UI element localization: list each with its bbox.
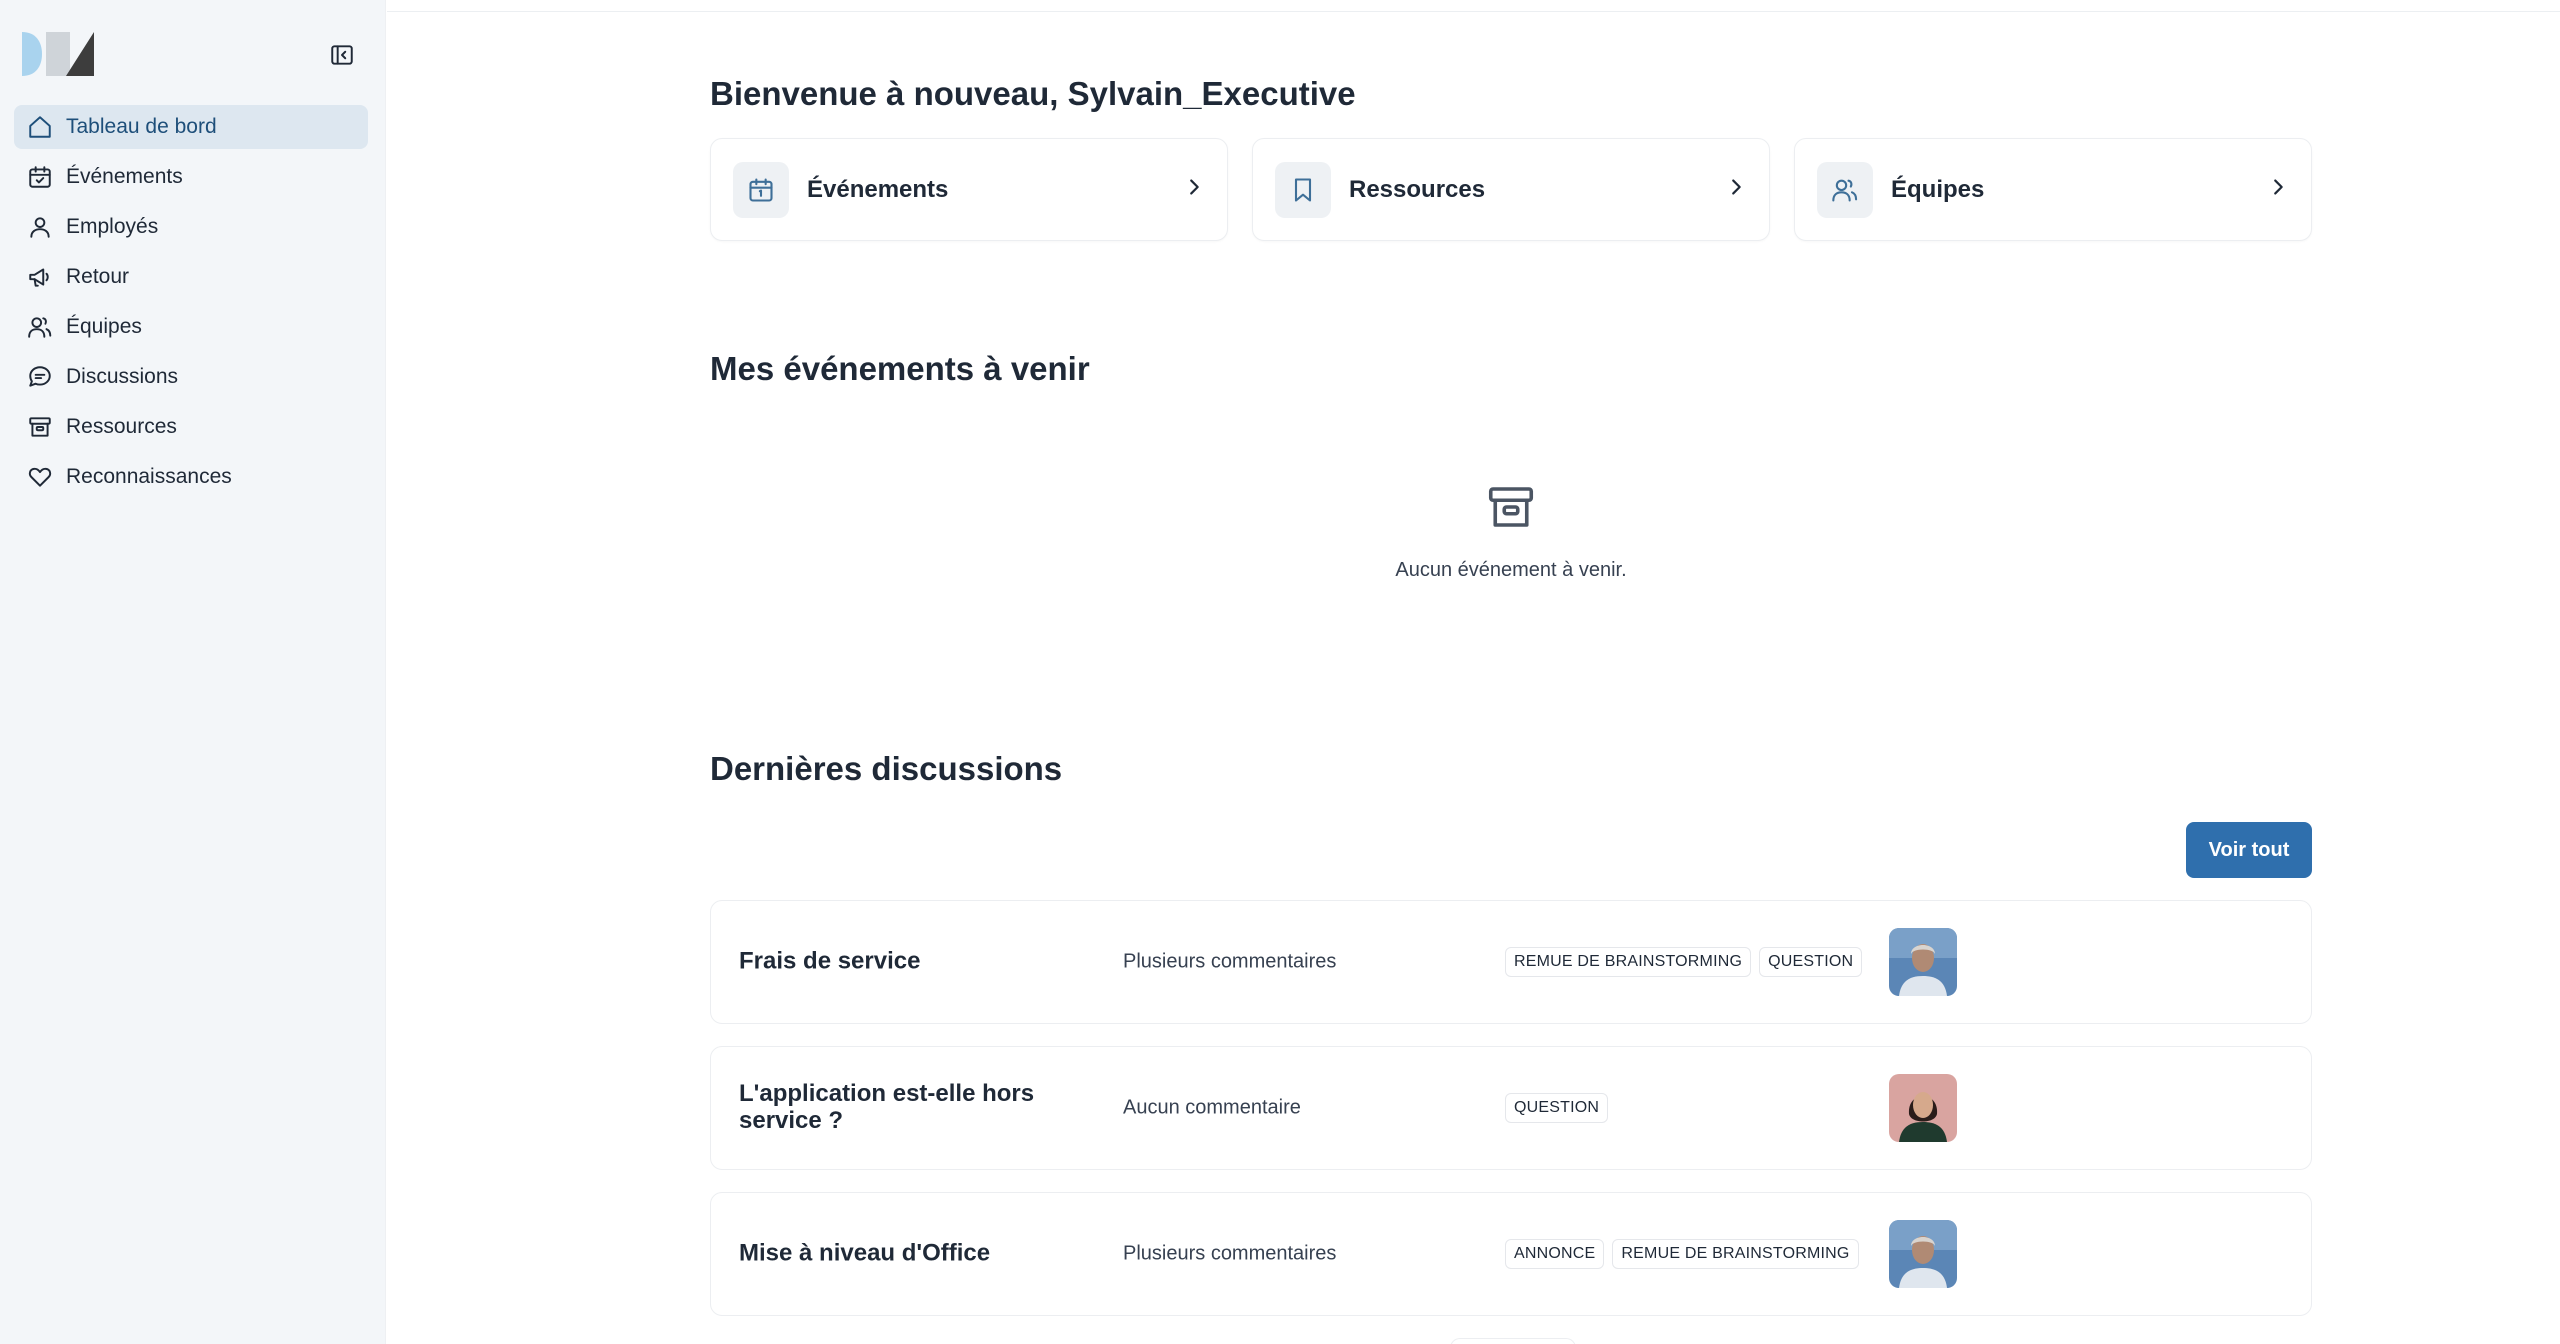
tag-badge: REMUE DE BRAINSTORMING [1612, 1239, 1859, 1269]
sidebar-item-events[interactable]: Événements [14, 155, 368, 199]
sidebar-item-employees[interactable]: Employés [14, 205, 368, 249]
tag-badge: REMUE DE BRAINSTORMING [1505, 947, 1752, 977]
sidebar-item-label: Reconnaissances [66, 465, 232, 488]
sidebar-nav: Tableau de bord Événements Employés Reto… [14, 105, 368, 505]
sidebar-item-label: Équipes [66, 315, 142, 338]
card-label: Événements [807, 175, 949, 203]
card-teams[interactable]: Équipes [1794, 138, 2312, 241]
discussion-tags: ANNONCE REMUE DE BRAINSTORMING [1505, 1239, 1859, 1269]
sidebar-item-label: Ressources [66, 415, 177, 438]
card-label: Équipes [1891, 175, 1985, 203]
discussion-row[interactable]: L'application est-elle hors service ? Au… [710, 1046, 2312, 1170]
sidebar-item-dashboard[interactable]: Tableau de bord [14, 105, 368, 149]
archive-icon [26, 413, 54, 441]
sidebar-item-label: Employés [66, 215, 159, 238]
app-logo[interactable] [20, 30, 96, 78]
card-resources[interactable]: Ressources [1252, 138, 1770, 241]
discussion-tags: REMUE DE BRAINSTORMING QUESTION [1505, 947, 1863, 977]
sidebar-item-feedback[interactable]: Retour [14, 255, 368, 299]
discussion-row[interactable]: Mise à niveau d'Office Plusieurs comment… [710, 1192, 2312, 1316]
calendar-check-icon [26, 163, 54, 191]
tag-badge: QUESTION [1505, 1093, 1609, 1123]
users-icon [26, 313, 54, 341]
tag-badge: ANNONCE [1505, 1239, 1605, 1269]
card-label: Ressources [1349, 175, 1486, 203]
users-icon [1817, 161, 1873, 218]
chat-bubble-icon [26, 363, 54, 391]
archive-box-icon [1484, 480, 1538, 534]
heart-icon [26, 463, 54, 491]
chevron-right-icon [1725, 176, 1747, 203]
discussion-title[interactable]: L'application est-elle hors service ? [739, 1080, 1059, 1135]
author-avatar[interactable] [1889, 1074, 1957, 1142]
discussion-comments: Plusieurs commentaires [1123, 1242, 1337, 1265]
home-icon [26, 113, 54, 141]
sidebar-item-label: Tableau de bord [66, 115, 217, 138]
chevron-right-icon [2267, 176, 2289, 203]
quick-links: Événements Ressources Équipes [710, 138, 2312, 241]
discussion-comments: Aucun commentaire [1123, 1096, 1301, 1119]
author-avatar[interactable] [1889, 928, 1957, 996]
latest-discussions-heading: Dernières discussions [710, 750, 1063, 787]
pagination-peek[interactable] [1450, 1338, 1576, 1344]
app-window: Tableau de bord Événements Employés Reto… [0, 0, 2560, 1344]
sidebar-item-label: Retour [66, 265, 130, 288]
sidebar-item-resources[interactable]: Ressources [14, 405, 368, 449]
chevron-right-icon [1183, 176, 1205, 203]
discussion-row[interactable]: Frais de service Plusieurs commentaires … [710, 900, 2312, 1024]
sidebar-item-discussions[interactable]: Discussions [14, 355, 368, 399]
view-all-button[interactable]: Voir tout [2186, 822, 2312, 878]
sidebar-item-label: Événements [66, 165, 183, 188]
sidebar-item-label: Discussions [66, 365, 179, 388]
empty-state: Aucun événement à venir. [710, 480, 2312, 582]
upcoming-events-heading: Mes événements à venir [710, 350, 1090, 387]
discussion-tags: QUESTION [1505, 1093, 1609, 1123]
author-avatar[interactable] [1889, 1220, 1957, 1288]
welcome-heading: Bienvenue à nouveau, Sylvain_Executive [710, 75, 1356, 112]
discussion-comments: Plusieurs commentaires [1123, 950, 1337, 973]
user-icon [26, 213, 54, 241]
sidebar-item-recognitions[interactable]: Reconnaissances [14, 455, 368, 499]
bookmark-icon [1275, 161, 1331, 218]
sidebar: Tableau de bord Événements Employés Reto… [0, 0, 386, 1344]
empty-state-text: Aucun événement à venir. [1395, 559, 1627, 581]
calendar-icon [733, 161, 789, 218]
sidebar-item-teams[interactable]: Équipes [14, 305, 368, 349]
collapse-sidebar-icon[interactable] [327, 40, 357, 70]
top-divider [387, 11, 2560, 12]
tag-badge: QUESTION [1759, 947, 1863, 977]
discussion-title[interactable]: Mise à niveau d'Office [739, 1240, 1059, 1268]
card-events[interactable]: Événements [710, 138, 1228, 241]
discussion-title[interactable]: Frais de service [739, 948, 1059, 976]
megaphone-icon [26, 263, 54, 291]
